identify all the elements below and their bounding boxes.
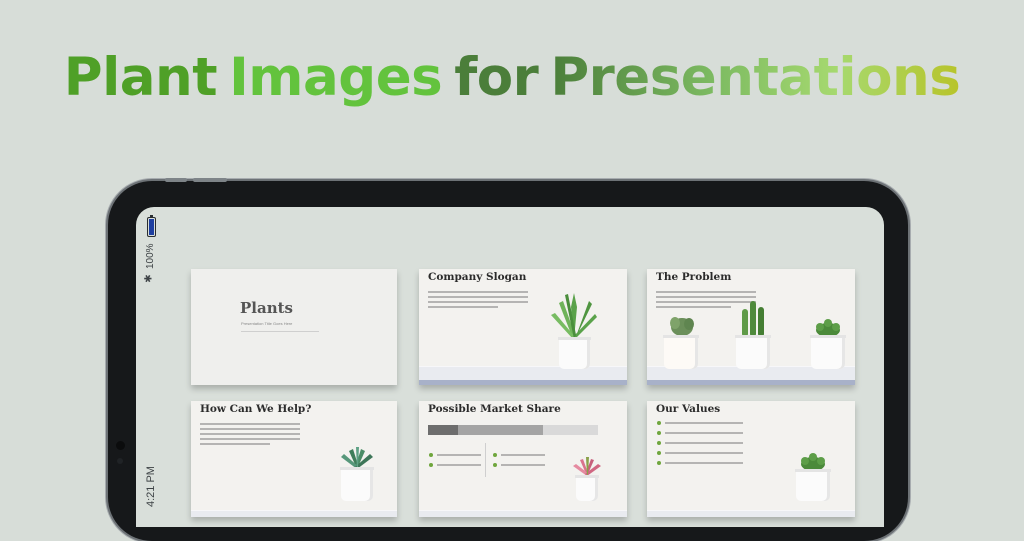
slide-thumbnail-possible-market-share[interactable]: Possible Market Share <box>419 401 627 517</box>
slide-title: Plants <box>240 299 293 317</box>
slide-thumbnail-plants[interactable]: Plants Presentation Title Goes Here <box>191 269 397 385</box>
list-item <box>657 431 757 437</box>
plant-pot <box>735 335 771 369</box>
slide-subtitle: Presentation Title Goes Here <box>241 321 293 326</box>
headline-word-plant: Plant <box>63 47 218 108</box>
battery-icon <box>147 215 156 237</box>
cactus-icon <box>670 317 694 336</box>
status-bar: 100% ✱ 4:21 PM <box>136 207 166 527</box>
shelf <box>419 510 627 517</box>
tablet-screen: 100% ✱ 4:21 PM Plants Presentation Title… <box>136 207 884 527</box>
list-item <box>657 461 757 467</box>
plant-pot <box>575 475 599 501</box>
camera-sensor-icon <box>117 458 123 464</box>
succulent-icon <box>573 457 601 476</box>
body-text-placeholder <box>428 291 528 311</box>
status-time: 4:21 PM <box>145 466 157 507</box>
plant-pot <box>663 335 699 369</box>
tablet-top-button <box>193 178 227 182</box>
slide-thumbnail-our-values[interactable]: Our Values <box>647 401 855 517</box>
plant-pot <box>558 337 591 369</box>
tablet-top-button <box>165 178 187 182</box>
list-item <box>657 421 757 427</box>
body-text-placeholder <box>200 423 300 448</box>
slide-thumbnail-the-problem[interactable]: The Problem <box>647 269 855 385</box>
plant-pot <box>795 469 831 501</box>
headline-word-presentations: Presentations <box>550 47 961 108</box>
headline-word-images: Images <box>229 47 443 108</box>
slide-title: Possible Market Share <box>428 403 561 415</box>
slide-title: How Can We Help? <box>200 403 312 415</box>
slide-title: Company Slogan <box>428 271 527 283</box>
progress-bar-placeholder <box>428 425 598 435</box>
bluetooth-icon: ✱ <box>143 274 155 283</box>
plant-icon <box>551 293 597 339</box>
shelf <box>191 510 397 517</box>
slide-thumbnail-company-slogan[interactable]: Company Slogan <box>419 269 627 385</box>
plant-pot <box>340 467 374 501</box>
list-item <box>657 441 757 447</box>
list-item <box>657 451 757 457</box>
slide-title: The Problem <box>656 271 732 283</box>
battery-percentage: 100% <box>145 243 156 269</box>
slide-title: Our Values <box>656 403 721 415</box>
cactus-icon <box>742 301 764 337</box>
column-divider <box>485 443 486 477</box>
plant-pot <box>810 335 846 369</box>
headline-word-for: for <box>454 47 539 108</box>
divider <box>241 331 319 332</box>
page-headline: Plant Images for Presentations <box>0 46 1024 110</box>
shelf <box>647 510 855 517</box>
shelf <box>419 366 627 385</box>
slide-thumbnail-how-can-we-help[interactable]: How Can We Help? <box>191 401 397 517</box>
camera-icon <box>116 441 125 450</box>
